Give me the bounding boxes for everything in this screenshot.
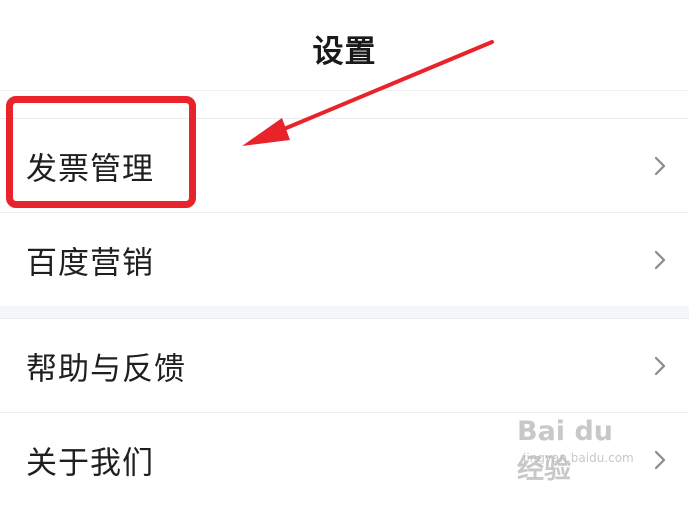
settings-item-invoice-management[interactable]: 发票管理 — [0, 118, 689, 212]
page-header: 设置 — [0, 0, 689, 92]
chevron-right-icon — [654, 250, 666, 269]
settings-item-label: 发票管理 — [26, 151, 154, 187]
group-separator — [0, 306, 689, 318]
watermark-sub-text: jingyan.baidu.com — [523, 451, 634, 465]
settings-item-baidu-marketing[interactable]: 百度营销 — [0, 212, 689, 306]
chevron-right-icon — [654, 156, 666, 175]
watermark-logo: Bai du 经验 jingyan.baidu.com — [517, 416, 647, 485]
chevron-right-icon — [654, 356, 666, 375]
page-title: 设置 — [312, 34, 377, 70]
chevron-right-icon — [654, 450, 666, 469]
settings-item-label: 关于我们 — [26, 445, 154, 481]
settings-group-1: 发票管理 百度营销 — [0, 118, 689, 306]
settings-item-label: 帮助与反馈 — [26, 351, 186, 387]
settings-item-help-feedback[interactable]: 帮助与反馈 — [0, 318, 689, 412]
header-divider — [0, 90, 689, 91]
settings-item-label: 百度营销 — [26, 245, 154, 281]
